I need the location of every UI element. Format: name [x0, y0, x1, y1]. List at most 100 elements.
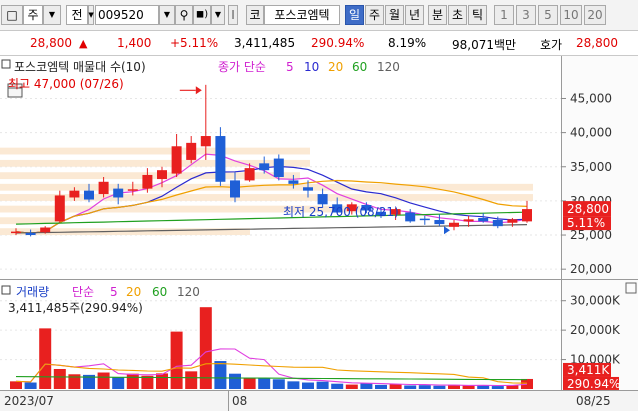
candle-body — [507, 219, 518, 223]
volume-bar — [126, 373, 139, 389]
volume-ma20: 20 — [126, 285, 141, 299]
code-badge[interactable]: 코 — [246, 5, 264, 25]
volume-bar — [199, 307, 212, 389]
period-type-select[interactable]: 주 — [23, 5, 43, 25]
volume-bar — [506, 385, 519, 389]
volume-bar — [433, 385, 446, 389]
search-icon[interactable]: ⚲ — [175, 5, 193, 25]
tab-monthly[interactable]: 월 — [385, 5, 404, 25]
x-label-end: 08/25 — [576, 394, 611, 408]
candle-body — [11, 231, 21, 234]
volume-panel-title: 거래량 — [16, 285, 49, 299]
volume-bar — [214, 361, 227, 389]
window-icon[interactable]: □ — [1, 5, 23, 25]
volume-bar — [360, 383, 373, 389]
current-price: 28,800 — [30, 36, 72, 50]
prev-button[interactable]: 전 — [66, 5, 88, 25]
x-label-start: 2023/07 — [4, 394, 54, 408]
tab-tick[interactable]: 틱 — [468, 5, 487, 25]
period-type-dropdown-icon[interactable]: ▼ — [43, 5, 61, 25]
candle-body — [171, 146, 182, 174]
price-ma-label: 종가 단순 — [218, 60, 266, 74]
price-panel-title: 포스코엠텍 매물대 수(10) — [14, 60, 146, 74]
tab-second[interactable]: 초 — [448, 5, 467, 25]
price-ma60: 60 — [352, 60, 367, 74]
code-dropdown-icon[interactable]: ▼ — [159, 5, 175, 25]
price-tick-label: 25,000 — [570, 228, 612, 242]
tab-daily[interactable]: 일 — [345, 5, 364, 25]
interval-10-button[interactable]: 10 — [560, 5, 582, 25]
volume-bar — [53, 368, 66, 389]
volume-ma60: 60 — [152, 285, 167, 299]
candle-body — [317, 194, 328, 205]
ask-label: 호가 — [540, 38, 563, 52]
candle-body — [215, 136, 226, 182]
prev-arrow-icon[interactable]: ▼ — [88, 5, 94, 25]
candle-body — [113, 188, 124, 198]
candle-body — [419, 218, 430, 221]
volume-bar — [302, 382, 314, 389]
price-chart[interactable]: 45,00040,00035,00030,00025,00020,00030,0… — [0, 56, 638, 411]
volume-bar — [316, 381, 329, 389]
candle-body — [434, 220, 445, 225]
candle-body — [200, 136, 211, 147]
volume-bar — [24, 382, 37, 389]
volume-bar — [345, 384, 358, 389]
candle-body — [244, 168, 255, 181]
interval-5-button[interactable]: 5 — [538, 5, 558, 25]
sound-dropdown-icon[interactable]: ▼ — [211, 5, 225, 25]
price-ma20: 20 — [328, 60, 343, 74]
volume-ratio: 290.94% — [311, 36, 365, 50]
candle-body — [157, 170, 167, 180]
interval-3-button[interactable]: 3 — [516, 5, 536, 25]
interval-20-button[interactable]: 20 — [584, 5, 606, 25]
change-percent: +5.11% — [170, 36, 219, 50]
candle-body — [54, 195, 65, 222]
current-price-marker-text: 28,800 — [567, 202, 609, 216]
current-volume-pct-marker-text: 290.94% — [567, 377, 620, 391]
volume-bar — [462, 385, 475, 389]
candle-body — [449, 222, 459, 227]
volume-bar — [287, 381, 300, 389]
stock-name-field[interactable]: 포스코엠텍 — [264, 5, 340, 25]
price-ma10: 10 — [304, 60, 319, 74]
volume-ma5: 5 — [110, 285, 118, 299]
candle-body — [303, 187, 313, 191]
volume-bar — [404, 385, 417, 389]
tab-minute[interactable]: 분 — [428, 5, 447, 25]
volume-bar — [331, 383, 344, 389]
up-arrow-icon: ▲ — [79, 37, 88, 50]
current-volume-marker-text: 3,411K — [567, 363, 610, 377]
volume-bar — [170, 331, 183, 389]
ask-price: 28,800 — [576, 36, 618, 50]
interval-1-button[interactable]: 1 — [494, 5, 514, 25]
volume-bar — [10, 381, 22, 389]
volume-tick-label: 30,000K — [570, 294, 621, 308]
tab-yearly[interactable]: 년 — [405, 5, 424, 25]
change-value: 1,400 — [117, 36, 152, 50]
volume-bar — [521, 378, 533, 389]
volume-bar — [97, 372, 110, 389]
volume-bar — [185, 371, 198, 389]
volume-bar — [491, 386, 504, 389]
volume-tick-label: 20,000K — [570, 323, 621, 337]
candle-body — [142, 174, 153, 189]
high-label: 최고 47,000 (07/26) — [8, 77, 124, 91]
volume-bar — [112, 377, 125, 389]
x-label-aug: 08 — [232, 394, 247, 408]
candle-body — [522, 209, 532, 222]
stock-code-input[interactable]: 009520 — [95, 5, 159, 25]
x-axis-background — [0, 391, 638, 411]
volume-bar — [156, 373, 168, 389]
candle-body — [25, 232, 36, 236]
trade-amount: 98,071백만 — [452, 38, 517, 52]
candle-body — [288, 180, 299, 184]
price-ma120: 120 — [377, 60, 400, 74]
volume-ma-label: 단순 — [72, 285, 94, 299]
candle-body — [405, 212, 416, 222]
current-pct-marker-text: 5.11% — [567, 216, 605, 230]
candle-body — [478, 217, 489, 222]
tab-weekly[interactable]: 주 — [365, 5, 384, 25]
sound-icon[interactable]: ◼) — [193, 5, 211, 25]
volume-profile-band — [0, 147, 310, 155]
